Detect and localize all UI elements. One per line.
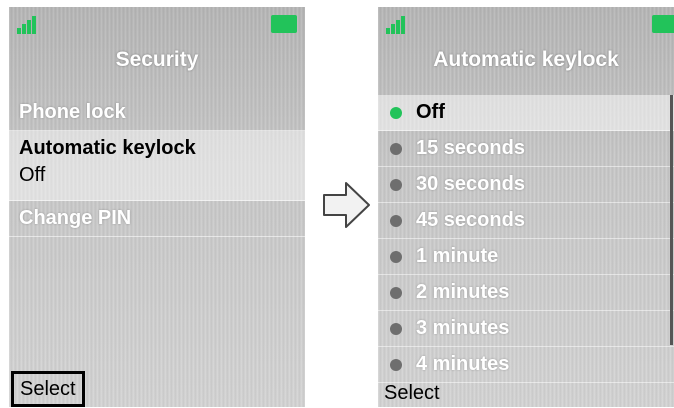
option-label: Off — [416, 101, 445, 123]
radio-icon — [390, 179, 402, 191]
page-title: Automatic keylock — [433, 48, 619, 71]
menu-item-phone-lock[interactable]: Phone lock — [9, 95, 305, 131]
option-2-minutes[interactable]: 2 minutes — [378, 275, 674, 311]
select-softkey[interactable]: Select — [384, 382, 440, 405]
menu-item-automatic-keylock[interactable]: Automatic keylock Off — [9, 131, 305, 201]
option-label: 2 minutes — [416, 281, 510, 303]
option-label: 4 minutes — [416, 353, 510, 375]
option-15-seconds[interactable]: 15 seconds — [378, 131, 674, 167]
radio-icon — [390, 323, 402, 335]
option-off[interactable]: Off — [378, 95, 674, 131]
option-30-seconds[interactable]: 30 seconds — [378, 167, 674, 203]
right-arrow-icon — [323, 182, 370, 228]
signal-icon — [17, 14, 43, 34]
keylock-options-list: Off 15 seconds 30 seconds 45 seconds 1 m… — [378, 95, 674, 383]
radio-icon — [390, 143, 402, 155]
option-label: 15 seconds — [416, 137, 525, 159]
menu-item-label: Change PIN — [19, 207, 132, 229]
scrollbar[interactable] — [670, 95, 673, 345]
signal-icon — [386, 14, 412, 34]
option-1-minute[interactable]: 1 minute — [378, 239, 674, 275]
option-45-seconds[interactable]: 45 seconds — [378, 203, 674, 239]
option-label: 30 seconds — [416, 173, 525, 195]
option-4-minutes[interactable]: 4 minutes — [378, 347, 674, 383]
security-screen: Security Phone lock Automatic keylock Of… — [9, 7, 305, 407]
page-title: Security — [115, 48, 199, 71]
select-softkey[interactable]: Select — [11, 371, 85, 407]
option-3-minutes[interactable]: 3 minutes — [378, 311, 674, 347]
option-label: 3 minutes — [416, 317, 510, 339]
radio-icon — [390, 215, 402, 227]
radio-icon — [390, 359, 402, 371]
battery-icon — [652, 15, 674, 33]
menu-item-value: Off — [19, 164, 46, 186]
radio-icon — [390, 251, 402, 263]
option-label: 45 seconds — [416, 209, 525, 231]
battery-icon — [271, 15, 297, 33]
menu-item-label: Automatic keylock — [19, 137, 196, 159]
option-label: 1 minute — [416, 245, 499, 267]
radio-icon — [390, 287, 402, 299]
security-menu: Phone lock Automatic keylock Off Change … — [9, 95, 305, 237]
menu-item-change-pin[interactable]: Change PIN — [9, 201, 305, 237]
menu-item-label: Phone lock — [19, 101, 126, 123]
automatic-keylock-screen: Automatic keylock Off 15 seconds 30 seco… — [378, 7, 674, 407]
radio-icon — [390, 107, 402, 119]
